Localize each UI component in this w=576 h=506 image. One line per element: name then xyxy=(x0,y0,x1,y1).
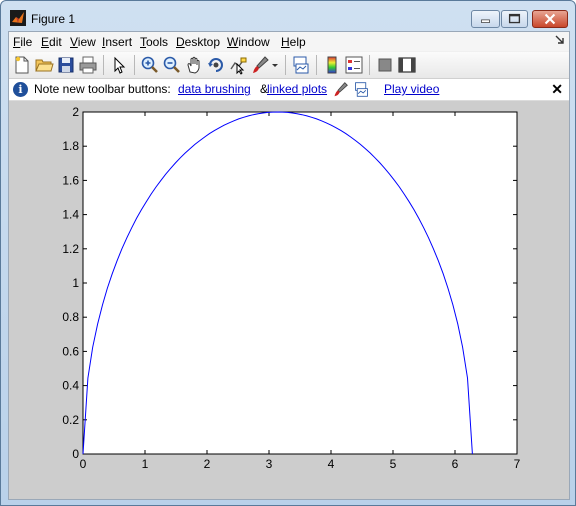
figure-window: Figure 1 File Edit View Insert Tools Des… xyxy=(0,0,576,506)
menu-insert[interactable]: Insert xyxy=(102,35,132,49)
dock-arrow-icon[interactable] xyxy=(555,35,565,45)
toolbar-separator xyxy=(285,55,286,75)
maximize-icon xyxy=(508,13,521,24)
toolbar-separator xyxy=(134,55,135,75)
dropdown-arrow-icon[interactable] xyxy=(270,55,280,75)
info-message: Note new toolbar buttons: xyxy=(34,82,171,96)
y-tick-label: 1.2 xyxy=(62,242,79,256)
y-tick-label: 1.8 xyxy=(62,139,79,153)
new-figure-icon[interactable] xyxy=(12,55,32,75)
toolbar-separator xyxy=(316,55,317,75)
data-cursor-icon[interactable] xyxy=(228,55,248,75)
close-icon xyxy=(544,13,556,25)
title-bar[interactable]: Figure 1 xyxy=(1,1,575,31)
x-tick-label: 3 xyxy=(266,457,273,471)
y-tick-label: 0.8 xyxy=(62,310,79,324)
rotate-3d-icon[interactable] xyxy=(206,55,226,75)
y-tick-label: 1.4 xyxy=(62,208,79,222)
x-tick-label: 1 xyxy=(142,457,149,471)
x-tick-label: 2 xyxy=(204,457,211,471)
print-icon[interactable] xyxy=(78,55,98,75)
x-tick-label: 4 xyxy=(328,457,335,471)
colorbar-icon[interactable] xyxy=(322,55,342,75)
toolbar-separator xyxy=(103,55,104,75)
legend-icon[interactable] xyxy=(344,55,364,75)
y-tick-label: 0.2 xyxy=(62,413,79,427)
y-tick-label: 1.6 xyxy=(62,173,79,187)
menu-help[interactable]: Help xyxy=(281,35,306,49)
menu-edit[interactable]: Edit xyxy=(41,35,62,49)
toolbar-separator xyxy=(369,55,370,75)
linked-plots-link[interactable]: linked plots xyxy=(267,82,327,96)
brush-icon xyxy=(334,82,348,97)
y-tick-label: 0 xyxy=(72,447,79,461)
brush-icon[interactable] xyxy=(250,55,270,75)
data-brushing-link[interactable]: data brushing xyxy=(178,82,251,96)
zoom-in-icon[interactable] xyxy=(140,55,160,75)
close-button[interactable] xyxy=(532,10,568,28)
save-icon[interactable] xyxy=(56,55,76,75)
menu-tools[interactable]: Tools xyxy=(140,35,168,49)
open-file-icon[interactable] xyxy=(34,55,54,75)
pointer-icon[interactable] xyxy=(109,55,129,75)
figure-client-area: File Edit View Insert Tools Desktop Wind… xyxy=(8,31,570,500)
maximize-button[interactable] xyxy=(501,10,528,28)
pan-icon[interactable] xyxy=(184,55,204,75)
menu-bar: File Edit View Insert Tools Desktop Wind… xyxy=(9,32,569,51)
info-icon: i xyxy=(13,82,28,97)
link-plot-icon xyxy=(355,82,368,97)
minimize-icon xyxy=(481,19,490,23)
menu-view[interactable]: View xyxy=(70,35,96,49)
zoom-out-icon[interactable] xyxy=(162,55,182,75)
menu-window[interactable]: Window xyxy=(227,35,270,49)
hide-plot-tools-icon[interactable] xyxy=(375,55,395,75)
window-title: Figure 1 xyxy=(31,12,76,26)
x-tick-label: 6 xyxy=(452,457,459,471)
x-tick-label: 0 xyxy=(80,457,87,471)
show-plot-tools-icon[interactable] xyxy=(397,55,417,75)
link-plot-icon[interactable] xyxy=(291,55,311,75)
matlab-logo-icon xyxy=(10,10,26,26)
figure-toolbar xyxy=(9,52,569,79)
axes-background xyxy=(82,111,518,455)
menu-desktop[interactable]: Desktop xyxy=(176,35,220,49)
figure-canvas: 0 1 2 3 4 5 6 7 0 0.2 0.4 0.6 0.8 1 1.2 1.4 1.6 1.8 2 xyxy=(9,101,569,499)
play-video-link[interactable]: Play video xyxy=(384,82,439,96)
menu-file[interactable]: File xyxy=(13,35,32,49)
toolbar-info-bar: i Note new toolbar buttons: data brushin… xyxy=(9,79,569,101)
y-tick-label: 0.6 xyxy=(62,344,79,358)
y-tick-label: 1 xyxy=(72,276,79,290)
x-tick-label: 7 xyxy=(514,457,521,471)
close-infobar-icon[interactable]: ✕ xyxy=(551,81,563,98)
y-tick-label: 0.4 xyxy=(62,379,79,393)
y-tick-label: 2 xyxy=(72,105,79,119)
axes-plot[interactable]: 0 1 2 3 4 5 6 7 0 0.2 0.4 0.6 0.8 1 1.2 1.4 1.6 1.8 2 xyxy=(9,101,569,499)
minimize-button[interactable] xyxy=(471,10,500,28)
x-tick-label: 5 xyxy=(390,457,397,471)
